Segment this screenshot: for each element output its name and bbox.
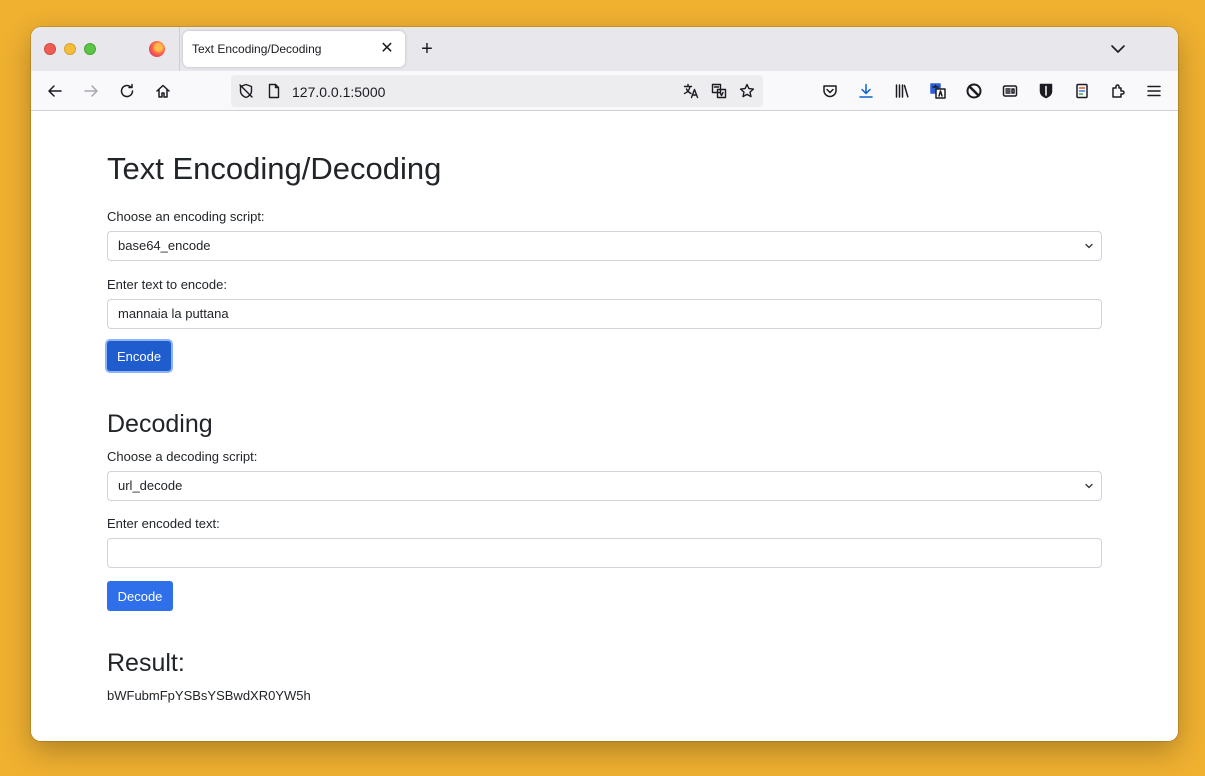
pocket-icon[interactable]: [818, 79, 842, 103]
tab-active[interactable]: Text Encoding/Decoding ✕: [183, 31, 405, 67]
decoding-script-label: Choose a decoding script:: [107, 449, 258, 464]
back-icon[interactable]: [43, 79, 67, 103]
encode-text-label: Enter text to encode:: [107, 277, 227, 292]
browser-window: Text Encoding/Decoding ✕ + 127.0.0.1:500…: [31, 27, 1178, 741]
reader-extension-icon[interactable]: [998, 79, 1022, 103]
pdf-extension-icon[interactable]: [1070, 79, 1094, 103]
page-icon[interactable]: [266, 83, 282, 99]
page-title: Text Encoding/Decoding: [107, 151, 442, 186]
encoding-script-select[interactable]: base64_encode: [107, 231, 1102, 261]
decoding-script-select[interactable]: url_decode: [107, 471, 1102, 501]
forward-icon[interactable]: [79, 79, 103, 103]
firefox-icon[interactable]: [149, 41, 165, 57]
tab-title: Text Encoding/Decoding: [192, 42, 322, 56]
tab-separator: [179, 27, 180, 71]
result-value: bWFubmFpYSBsYSBwdXR0YW5h: [107, 688, 311, 703]
downloads-icon[interactable]: [854, 79, 878, 103]
reload-icon[interactable]: [115, 79, 139, 103]
url-text[interactable]: 127.0.0.1:5000: [292, 84, 385, 100]
tab-close-icon[interactable]: ✕: [377, 39, 397, 59]
web-page: Text Encoding/Decoding Choose an encodin…: [31, 112, 1178, 741]
chevron-down-icon: [1085, 483, 1093, 489]
bitwarden-icon[interactable]: [1034, 79, 1058, 103]
encode-text-input[interactable]: mannaia la puttana: [107, 299, 1102, 329]
new-tab-button[interactable]: +: [415, 37, 439, 61]
encoding-script-label: Choose an encoding script:: [107, 209, 265, 224]
tracking-shield-icon[interactable]: [238, 83, 254, 99]
url-bar[interactable]: 127.0.0.1:5000: [231, 75, 763, 107]
library-icon[interactable]: [890, 79, 914, 103]
bookmark-star-icon[interactable]: [739, 83, 755, 99]
navigation-toolbar: 127.0.0.1:5000: [31, 71, 1178, 111]
decode-text-label: Enter encoded text:: [107, 516, 220, 531]
decode-button[interactable]: Decode: [107, 581, 173, 611]
window-close-button[interactable]: [44, 43, 56, 55]
translate-icon[interactable]: [683, 83, 699, 99]
block-extension-icon[interactable]: [962, 79, 986, 103]
extensions-icon[interactable]: [1106, 79, 1130, 103]
translate-page-icon[interactable]: [711, 83, 727, 99]
menu-icon[interactable]: [1142, 79, 1166, 103]
translate-extension-icon[interactable]: [926, 79, 950, 103]
decoding-script-selected: url_decode: [118, 478, 183, 493]
result-heading: Result:: [107, 649, 185, 677]
decode-text-input[interactable]: [107, 538, 1102, 568]
window-minimize-button[interactable]: [64, 43, 76, 55]
encode-button[interactable]: Encode: [107, 341, 171, 371]
encoding-script-selected: base64_encode: [118, 238, 211, 253]
decoding-heading: Decoding: [107, 410, 213, 438]
home-icon[interactable]: [151, 79, 175, 103]
encode-text-value: mannaia la puttana: [118, 306, 229, 321]
chevron-down-icon: [1085, 243, 1093, 249]
window-maximize-button[interactable]: [84, 43, 96, 55]
tab-strip: Text Encoding/Decoding ✕ +: [31, 27, 1178, 71]
tab-list-chevron-icon[interactable]: [1108, 39, 1128, 59]
